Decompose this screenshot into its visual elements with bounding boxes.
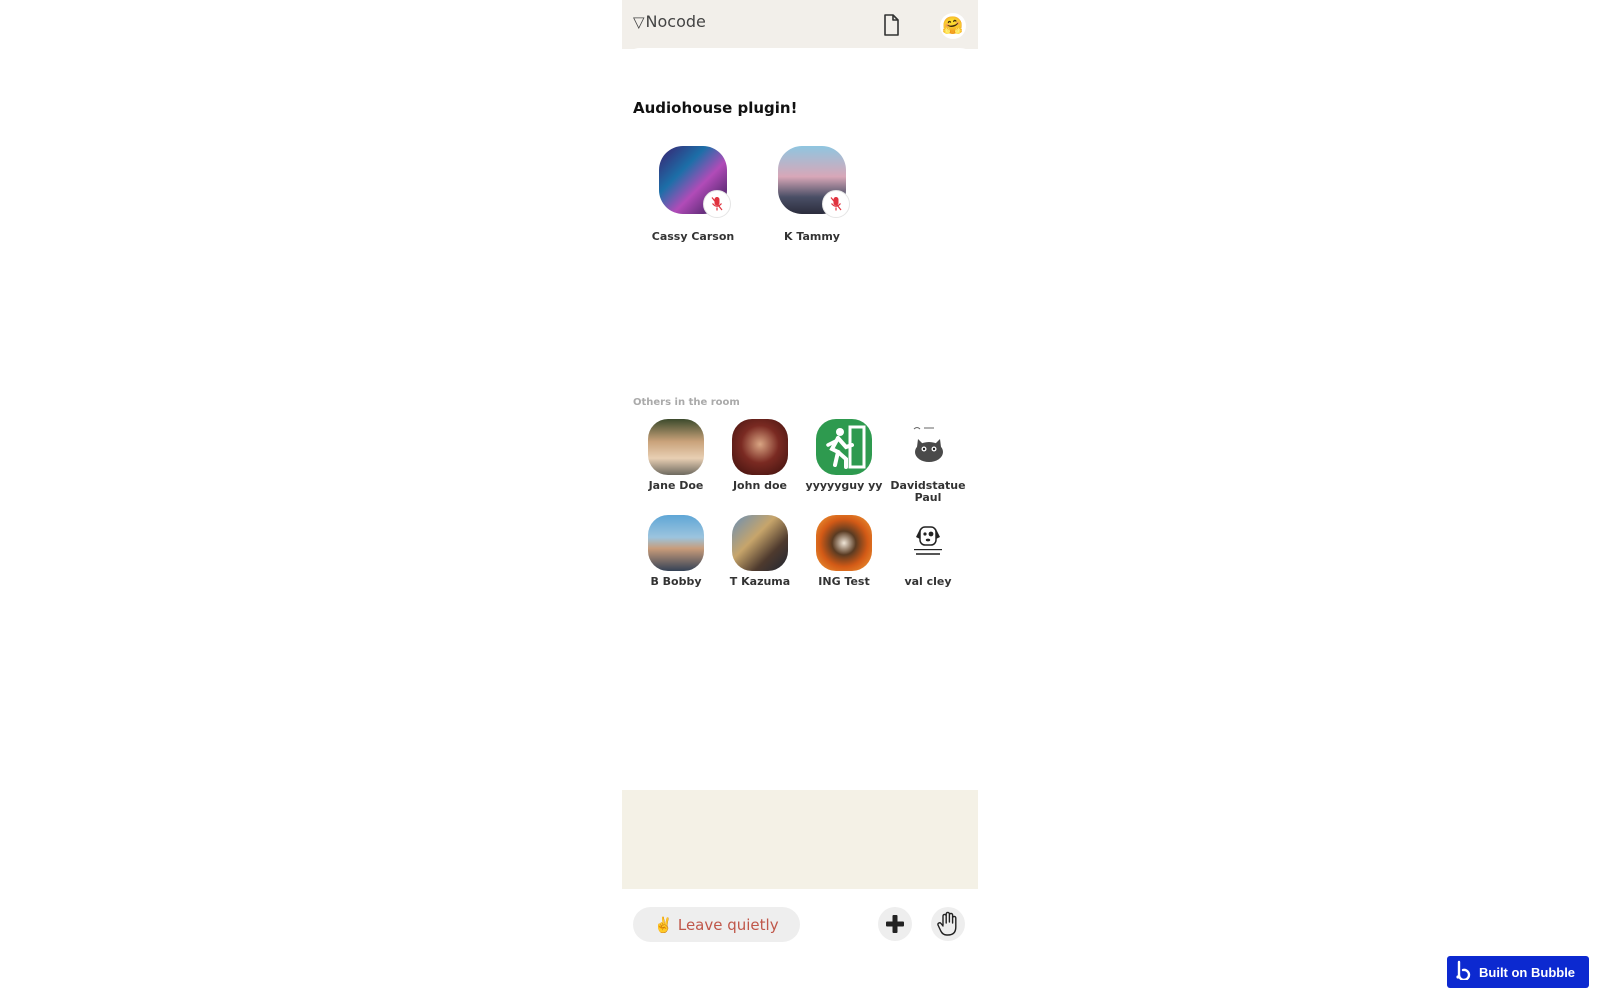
listener-name: T Kazuma bbox=[729, 575, 791, 588]
muted-mic-icon bbox=[822, 190, 850, 218]
built-on-bubble-label: Built on Bubble bbox=[1479, 964, 1576, 980]
muted-mic-icon bbox=[703, 190, 731, 218]
speaker-name: Cassy Carson bbox=[651, 230, 735, 243]
speaker-name: K Tammy bbox=[784, 230, 840, 243]
top-bar: ▽ Nocode 🤗 bbox=[622, 0, 978, 49]
listener-name: John doe bbox=[732, 479, 788, 492]
profile-avatar[interactable]: 🤗 bbox=[940, 13, 966, 39]
logo-triangle-icon: ▽ bbox=[633, 12, 645, 31]
avatar bbox=[659, 146, 731, 218]
cat-icon bbox=[900, 419, 956, 475]
app-container: ▽ Nocode 🤗 Audiohouse plugin! Cassy Cars… bbox=[622, 0, 978, 1000]
listener-name: val cley bbox=[904, 575, 952, 588]
listener-b-bobby[interactable]: B Bobby bbox=[634, 515, 718, 588]
room-card: Audiohouse plugin! Cassy Carson K Tammy … bbox=[622, 48, 978, 790]
avatar bbox=[648, 419, 704, 475]
avatar bbox=[816, 515, 872, 571]
avatar bbox=[778, 146, 850, 218]
listener-name: B Bobby bbox=[650, 575, 702, 588]
speaker-cassy-carson[interactable]: Cassy Carson bbox=[643, 146, 743, 243]
add-button[interactable] bbox=[878, 907, 912, 941]
listener-davidstatue-paul[interactable]: Davidstatue Paul bbox=[886, 419, 970, 504]
document-icon[interactable] bbox=[881, 14, 901, 36]
avatar bbox=[648, 515, 704, 571]
speaker-k-tammy[interactable]: K Tammy bbox=[762, 146, 862, 243]
raise-hand-icon bbox=[937, 911, 957, 936]
leave-quietly-button[interactable]: ✌️ Leave quietly bbox=[633, 907, 800, 942]
avatar bbox=[732, 419, 788, 475]
listener-name: Davidstatue Paul bbox=[890, 479, 966, 504]
app-logo[interactable]: ▽ Nocode bbox=[633, 12, 706, 31]
hugging-face-icon: 🤗 bbox=[942, 16, 964, 36]
listener-name: Jane Doe bbox=[648, 479, 704, 492]
room-title: Audiohouse plugin! bbox=[633, 99, 798, 117]
listener-t-kazuma[interactable]: T Kazuma bbox=[718, 515, 802, 588]
dog-grooming-logo-icon bbox=[900, 515, 956, 571]
listener-yyyyyguy-yy[interactable]: yyyyyguy yy bbox=[802, 419, 886, 492]
built-on-bubble-badge[interactable]: Built on Bubble bbox=[1447, 956, 1589, 988]
exit-sign-icon bbox=[816, 419, 872, 475]
bubble-logo-icon bbox=[1455, 960, 1471, 984]
listener-val-cley[interactable]: val cley bbox=[886, 515, 970, 588]
raise-hand-button[interactable] bbox=[931, 907, 965, 941]
bottom-panel bbox=[622, 790, 978, 889]
plus-icon bbox=[886, 915, 904, 933]
listener-ing-test[interactable]: ING Test bbox=[802, 515, 886, 588]
others-in-room-label: Others in the room bbox=[633, 397, 740, 408]
listener-jane-doe[interactable]: Jane Doe bbox=[634, 419, 718, 492]
avatar bbox=[732, 515, 788, 571]
logo-text: Nocode bbox=[645, 12, 706, 31]
listener-john-doe[interactable]: John doe bbox=[718, 419, 802, 492]
listener-name: yyyyyguy yy bbox=[805, 479, 883, 492]
listener-name: ING Test bbox=[818, 575, 870, 588]
